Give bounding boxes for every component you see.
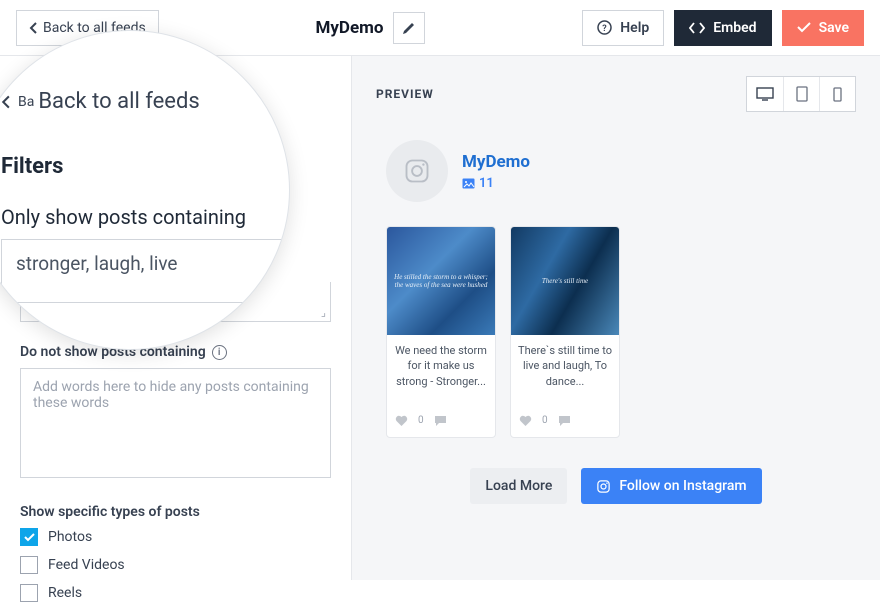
exclude-textarea[interactable] xyxy=(20,368,331,478)
types-heading: Show specific types of posts xyxy=(20,504,331,520)
help-icon[interactable]: i xyxy=(212,345,227,360)
instagram-icon xyxy=(403,157,431,185)
title-area: MyDemo xyxy=(171,12,571,44)
back-button[interactable]: Back to all feeds xyxy=(16,10,159,46)
profile-row: MyDemo 11 xyxy=(376,140,856,202)
checkbox-icon xyxy=(20,528,38,546)
main-area: Ba Back to all feeds Filters Only show p… xyxy=(0,56,880,580)
pencil-icon xyxy=(402,21,416,35)
post-engagement: 0 0 xyxy=(387,411,495,437)
top-actions: ? Help Embed Save xyxy=(582,10,864,46)
help-button[interactable]: ? Help xyxy=(582,10,664,46)
post-thumbnail: There's still time xyxy=(511,227,619,335)
preview-panel: PREVIEW MyDemo 11 He stilled the storm xyxy=(352,56,880,580)
comment-icon xyxy=(434,415,447,427)
help-label: Help xyxy=(620,20,649,36)
code-icon xyxy=(689,22,705,34)
post-engagement: 0 0 xyxy=(511,411,619,437)
check-icon xyxy=(797,22,811,33)
heart-icon xyxy=(395,415,408,427)
device-desktop[interactable] xyxy=(747,77,783,111)
checkbox-icon xyxy=(20,584,38,602)
embed-button[interactable]: Embed xyxy=(674,10,771,46)
post-card[interactable]: There's still time There`s still time to… xyxy=(510,226,620,438)
desktop-icon xyxy=(756,87,774,101)
load-more-button[interactable]: Load More xyxy=(470,468,567,504)
device-tabs xyxy=(746,76,856,112)
post-count: 11 xyxy=(462,176,530,191)
exclude-label: Do not show posts containing i xyxy=(20,344,331,360)
post-caption: We need the storm for it make us strong … xyxy=(387,335,495,411)
follow-button[interactable]: Follow on Instagram xyxy=(581,468,761,504)
help-circle-icon: ? xyxy=(597,20,612,35)
comment-icon xyxy=(558,415,571,427)
profile-name[interactable]: MyDemo xyxy=(462,152,530,172)
top-bar: Back to all feeds MyDemo ? Help Embed Sa… xyxy=(0,0,880,56)
image-icon xyxy=(462,178,475,189)
mobile-icon xyxy=(833,87,842,102)
chevron-left-icon xyxy=(1,95,10,109)
device-mobile[interactable] xyxy=(819,77,855,111)
save-label: Save xyxy=(819,20,849,36)
instagram-icon xyxy=(596,479,611,494)
heart-icon xyxy=(519,415,532,427)
exclude-section: Do not show posts containing i xyxy=(20,344,331,482)
edit-title-button[interactable] xyxy=(393,12,425,44)
chevron-left-icon xyxy=(29,22,37,34)
post-caption: There`s still time to live and laugh, To… xyxy=(511,335,619,411)
embed-label: Embed xyxy=(713,20,756,36)
device-tablet[interactable] xyxy=(783,77,819,111)
post-thumbnail: He stilled the storm to a whisper; the w… xyxy=(387,227,495,335)
svg-text:?: ? xyxy=(603,24,608,34)
checkbox-reels[interactable]: Reels xyxy=(20,584,331,602)
feed-title: MyDemo xyxy=(315,18,383,38)
checkbox-icon xyxy=(20,556,38,574)
sidebar: Ba Back to all feeds Filters Only show p… xyxy=(0,56,352,580)
save-button[interactable]: Save xyxy=(782,10,864,46)
tablet-icon xyxy=(796,86,808,102)
posts-grid: He stilled the storm to a whisper; the w… xyxy=(376,226,856,438)
checkbox-feed-videos[interactable]: Feed Videos xyxy=(20,556,331,574)
back-label: Back to all feeds xyxy=(43,20,146,36)
preview-heading: PREVIEW xyxy=(376,87,434,101)
checkbox-photos[interactable]: Photos xyxy=(20,528,331,546)
avatar xyxy=(386,140,448,202)
post-card[interactable]: He stilled the storm to a whisper; the w… xyxy=(386,226,496,438)
post-types-section: Show specific types of posts Photos Feed… xyxy=(20,504,331,602)
